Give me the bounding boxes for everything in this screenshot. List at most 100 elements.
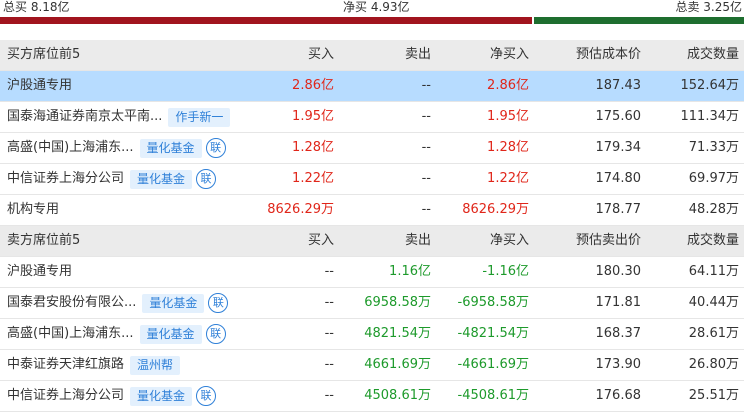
- seat-tag[interactable]: 量化基金: [139, 324, 202, 344]
- header-est-cost: 预估成本价: [575, 47, 641, 62]
- seat-name-cell[interactable]: 高盛(中国)上海浦东... 量化基金联: [7, 319, 226, 349]
- buy-amount: --: [324, 264, 334, 279]
- seat-name-cell[interactable]: 中信证券上海分公司 量化基金联: [7, 381, 217, 411]
- seat-name-cell[interactable]: 国泰君安股份有限公... 量化基金联: [7, 288, 229, 318]
- seat-name[interactable]: 高盛(中国)上海浦东...: [7, 319, 134, 349]
- est-price: 179.34: [595, 140, 642, 155]
- net-amount: 1.28亿: [487, 140, 529, 155]
- table-row[interactable]: 国泰君安股份有限公... 量化基金联 -- 6958.58万 -6958.58万 171.…: [0, 288, 744, 319]
- buy-amount: 1.28亿: [292, 140, 334, 155]
- seat-name-cell[interactable]: 国泰海通证券南京太平南... 作手新一: [7, 102, 231, 132]
- seat-name-cell[interactable]: 中泰证券天津红旗路 温州帮: [7, 350, 181, 380]
- seat-name-cell[interactable]: 高盛(中国)上海浦东... 量化基金联: [7, 133, 226, 163]
- buy-amount: --: [324, 326, 334, 341]
- table-row[interactable]: 中信证券上海分公司 量化基金联 -- 4508.61万 -4508.61万 176.68 2…: [0, 381, 744, 412]
- buy-amount: 1.95亿: [292, 109, 334, 124]
- seat-name-cell[interactable]: 沪股通专用: [7, 257, 72, 287]
- sell-amount: 4821.54万: [364, 326, 431, 341]
- est-price: 180.30: [595, 264, 642, 279]
- seat-name[interactable]: 沪股通专用: [7, 71, 72, 101]
- table-row[interactable]: 沪股通专用 2.86亿 -- 2.86亿 187.43 152.64万: [0, 71, 744, 102]
- seat-name[interactable]: 国泰海通证券南京太平南...: [7, 102, 162, 132]
- header-sell: 卖出: [404, 233, 431, 248]
- seat-tag[interactable]: 量化基金: [130, 169, 193, 189]
- sell-table-header: 卖方席位前5 买入 卖出 净买入 预估卖出价 成交数量: [0, 226, 744, 257]
- sell-ratio-segment: [534, 17, 744, 24]
- net-buy-label: 净买 4.93亿: [343, 0, 410, 14]
- volume: 40.44万: [688, 295, 739, 310]
- volume: 26.80万: [688, 357, 739, 372]
- buy-amount: --: [324, 357, 334, 372]
- net-amount: -6958.58万: [457, 295, 529, 310]
- buy-seat-rows: 沪股通专用 2.86亿 -- 2.86亿 187.43 152.64万国泰海通证券南京太平…: [0, 71, 744, 226]
- volume: 71.33万: [688, 140, 739, 155]
- net-amount: -1.16亿: [482, 264, 529, 279]
- table-row[interactable]: 机构专用 8626.29万 -- 8626.29万 178.77 48.28万: [0, 195, 744, 226]
- seat-tag[interactable]: 量化基金: [130, 386, 193, 406]
- seat-name[interactable]: 高盛(中国)上海浦东...: [7, 133, 134, 163]
- table-row[interactable]: 中信证券上海分公司 量化基金联 1.22亿 -- 1.22亿 174.80 69.97万: [0, 164, 744, 195]
- header-volume: 成交数量: [686, 233, 739, 248]
- seat-name-cell[interactable]: 机构专用: [7, 195, 59, 225]
- table-row[interactable]: 国泰海通证券南京太平南... 作手新一 1.95亿 -- 1.95亿 175.60 111.…: [0, 102, 744, 133]
- linked-icon[interactable]: 联: [196, 386, 217, 406]
- table-row[interactable]: 中泰证券天津红旗路 温州帮 -- 4661.69万 -4661.69万 173.90 26.…: [0, 350, 744, 381]
- seat-tag[interactable]: 温州帮: [130, 355, 181, 375]
- est-price: 173.90: [595, 357, 642, 372]
- seat-tag[interactable]: 量化基金: [139, 138, 202, 158]
- linked-icon[interactable]: 联: [208, 293, 229, 313]
- header-buy: 买入: [307, 233, 334, 248]
- buy-ratio-segment: [0, 17, 532, 24]
- net-amount: -4661.69万: [457, 357, 529, 372]
- linked-icon[interactable]: 联: [196, 169, 217, 189]
- seat-tag[interactable]: 作手新一: [168, 107, 231, 127]
- volume: 64.11万: [688, 264, 739, 279]
- header-est-sell: 预估卖出价: [575, 233, 641, 248]
- seat-name-cell[interactable]: 中信证券上海分公司 量化基金联: [7, 164, 217, 194]
- sell-amount: 6958.58万: [364, 295, 431, 310]
- est-price: 176.68: [595, 388, 642, 403]
- sell-amount: 4661.69万: [364, 357, 431, 372]
- seat-name-cell[interactable]: 沪股通专用: [7, 71, 72, 101]
- header-sell-seats: 卖方席位前5: [7, 233, 81, 248]
- seat-tag[interactable]: 量化基金: [142, 293, 205, 313]
- seat-name[interactable]: 中信证券上海分公司: [7, 381, 124, 411]
- seat-name[interactable]: 沪股通专用: [7, 257, 72, 287]
- seat-table: 买方席位前5 买入 卖出 净买入 预估成本价 成交数量 沪股通专用 2.86亿 --…: [0, 40, 744, 412]
- net-amount: 1.95亿: [487, 109, 529, 124]
- volume: 152.64万: [680, 78, 740, 93]
- seat-name[interactable]: 机构专用: [7, 195, 59, 225]
- sell-amount: --: [421, 140, 431, 155]
- header-volume: 成交数量: [686, 47, 739, 62]
- volume: 25.51万: [688, 388, 739, 403]
- header-net: 净买入: [489, 47, 529, 62]
- seat-name[interactable]: 中信证券上海分公司: [7, 164, 124, 194]
- buy-amount: --: [324, 388, 334, 403]
- sell-amount: --: [421, 171, 431, 186]
- sell-amount: 1.16亿: [389, 264, 431, 279]
- buy-sell-ratio-bar: [0, 17, 744, 24]
- linked-icon[interactable]: 联: [205, 138, 226, 158]
- table-row[interactable]: 高盛(中国)上海浦东... 量化基金联 -- 4821.54万 -4821.54万 168…: [0, 319, 744, 350]
- summary-bar: 总买 8.18亿 净买 4.93亿 总卖 3.25亿: [0, 0, 744, 24]
- volume: 28.61万: [688, 326, 739, 341]
- table-row[interactable]: 沪股通专用 -- 1.16亿 -1.16亿 180.30 64.11万: [0, 257, 744, 288]
- net-amount: -4821.54万: [457, 326, 529, 341]
- linked-icon[interactable]: 联: [205, 324, 226, 344]
- total-sell-label: 总卖 3.25亿: [675, 0, 742, 14]
- seat-name[interactable]: 国泰君安股份有限公...: [7, 288, 136, 318]
- est-price: 178.77: [595, 202, 642, 217]
- seat-name[interactable]: 中泰证券天津红旗路: [7, 350, 124, 380]
- net-amount: 1.22亿: [487, 171, 529, 186]
- buy-amount: 2.86亿: [292, 78, 334, 93]
- sell-amount: --: [421, 78, 431, 93]
- volume: 48.28万: [688, 202, 739, 217]
- table-row[interactable]: 高盛(中国)上海浦东... 量化基金联 1.28亿 -- 1.28亿 179.34 71.3…: [0, 133, 744, 164]
- volume: 111.34万: [680, 109, 740, 124]
- est-price: 187.43: [595, 78, 642, 93]
- buy-amount: --: [324, 295, 334, 310]
- header-buy: 买入: [307, 47, 334, 62]
- buy-amount: 1.22亿: [292, 171, 334, 186]
- net-amount: 2.86亿: [487, 78, 529, 93]
- est-price: 171.81: [595, 295, 642, 310]
